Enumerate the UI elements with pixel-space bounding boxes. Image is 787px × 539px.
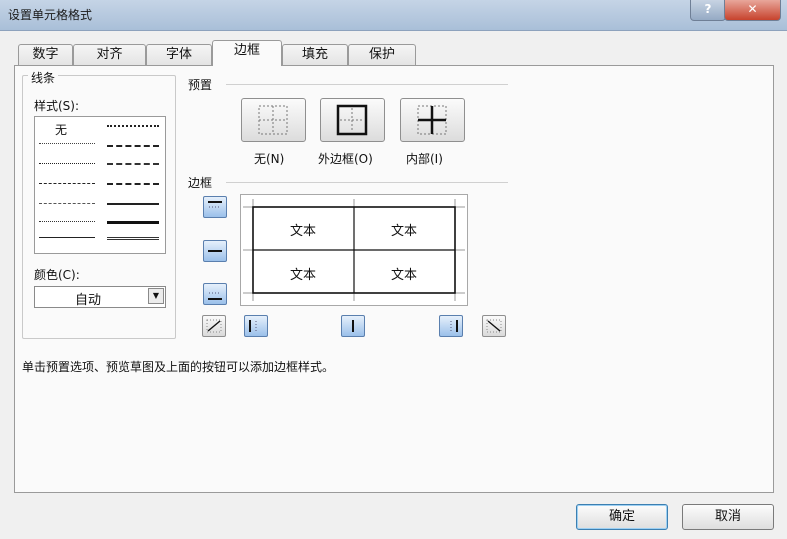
border-inside-horizontal-icon: [208, 250, 222, 252]
preset-none-label: 无(N): [254, 152, 285, 166]
line-style-double[interactable]: [107, 237, 159, 240]
close-icon: ✕: [747, 2, 758, 16]
border-left-button[interactable]: [244, 315, 268, 337]
help-icon: ?: [704, 2, 712, 16]
tab-alignment[interactable]: 对齐: [73, 44, 146, 65]
border-none-icon: [258, 105, 288, 135]
border-top-button[interactable]: [203, 196, 227, 218]
line-group-title: 线条: [28, 69, 59, 86]
border-title: 边框: [188, 176, 213, 190]
preset-outline-label: 外边框(O): [318, 152, 373, 166]
tab-number[interactable]: 数字: [18, 44, 73, 65]
close-button[interactable]: ✕: [724, 0, 781, 21]
border-right-icon: [450, 320, 458, 332]
line-style-medium-dashed[interactable]: [107, 183, 159, 185]
color-select[interactable]: 自动 ▼: [34, 286, 166, 308]
help-button[interactable]: ?: [690, 0, 726, 21]
preview-cell-text: 文本: [390, 224, 417, 239]
border-diagonal-up-icon: [206, 319, 222, 333]
preset-inside-label: 内部(I): [406, 152, 443, 166]
tab-font[interactable]: 字体: [146, 44, 212, 65]
line-style-dotted[interactable]: [39, 163, 95, 164]
preset-separator: [226, 84, 508, 85]
chevron-down-icon[interactable]: ▼: [148, 288, 164, 304]
preview-cell-text: 文本: [390, 268, 417, 283]
border-separator: [226, 182, 508, 183]
border-left-icon: [249, 320, 257, 332]
window-title: 设置单元格格式: [8, 8, 93, 22]
line-style-thick[interactable]: [107, 221, 159, 224]
border-top-icon: [208, 201, 222, 208]
style-label: 样式(S):: [34, 99, 80, 113]
hint-text: 单击预置选项、预览草图及上面的按钮可以添加边框样式。: [22, 360, 335, 374]
border-diagonal-up-button[interactable]: [202, 315, 226, 337]
preview-grid: [243, 199, 465, 301]
preset-inside-button[interactable]: [400, 98, 465, 142]
line-style-slant-dash-dot[interactable]: [107, 145, 159, 147]
border-preview[interactable]: 文本 文本 文本 文本: [240, 194, 468, 306]
border-inside-vertical-button[interactable]: [341, 315, 365, 337]
line-style-dashed[interactable]: [39, 221, 95, 222]
border-diagonal-down-button[interactable]: [482, 315, 506, 337]
line-style-medium[interactable]: [107, 203, 159, 205]
line-style-medium-dash-dot[interactable]: [107, 163, 159, 165]
title-bar: 设置单元格格式 ? ✕: [0, 0, 787, 31]
border-diagonal-down-icon: [486, 319, 502, 333]
tab-fill[interactable]: 填充: [282, 44, 348, 65]
cancel-button[interactable]: 取消: [682, 504, 774, 530]
line-style-hair[interactable]: [39, 143, 95, 144]
border-right-button[interactable]: [439, 315, 463, 337]
line-style-list[interactable]: 无: [34, 116, 166, 254]
preset-title: 预置: [188, 78, 213, 92]
line-style-thin[interactable]: [39, 237, 95, 238]
line-style-dash-dot-dot[interactable]: [39, 183, 95, 184]
preset-none-button[interactable]: [241, 98, 306, 142]
border-bottom-icon: [208, 292, 222, 300]
border-bottom-button[interactable]: [203, 283, 227, 305]
border-inside-vertical-icon: [352, 320, 354, 332]
preset-outline-button[interactable]: [320, 98, 385, 142]
format-cells-dialog: 设置单元格格式 ? ✕ 数字 对齐 字体 边框 填充 保护 线条 样式(S): …: [0, 0, 787, 539]
border-outline-icon: [336, 104, 368, 136]
line-style-medium-dash-dot-dot[interactable]: [107, 125, 159, 127]
color-label: 颜色(C):: [34, 268, 80, 282]
tab-border[interactable]: 边框: [212, 40, 282, 66]
line-style-none[interactable]: 无: [55, 121, 67, 138]
line-style-dash-dot[interactable]: [39, 203, 95, 204]
border-inside-icon: [417, 105, 447, 135]
preview-cell-text: 文本: [289, 268, 316, 283]
color-value: 自动: [75, 293, 102, 308]
border-inside-horizontal-button[interactable]: [203, 240, 227, 262]
preview-cell-text: 文本: [289, 224, 316, 239]
ok-button[interactable]: 确定: [576, 504, 668, 530]
tab-protection[interactable]: 保护: [348, 44, 416, 65]
